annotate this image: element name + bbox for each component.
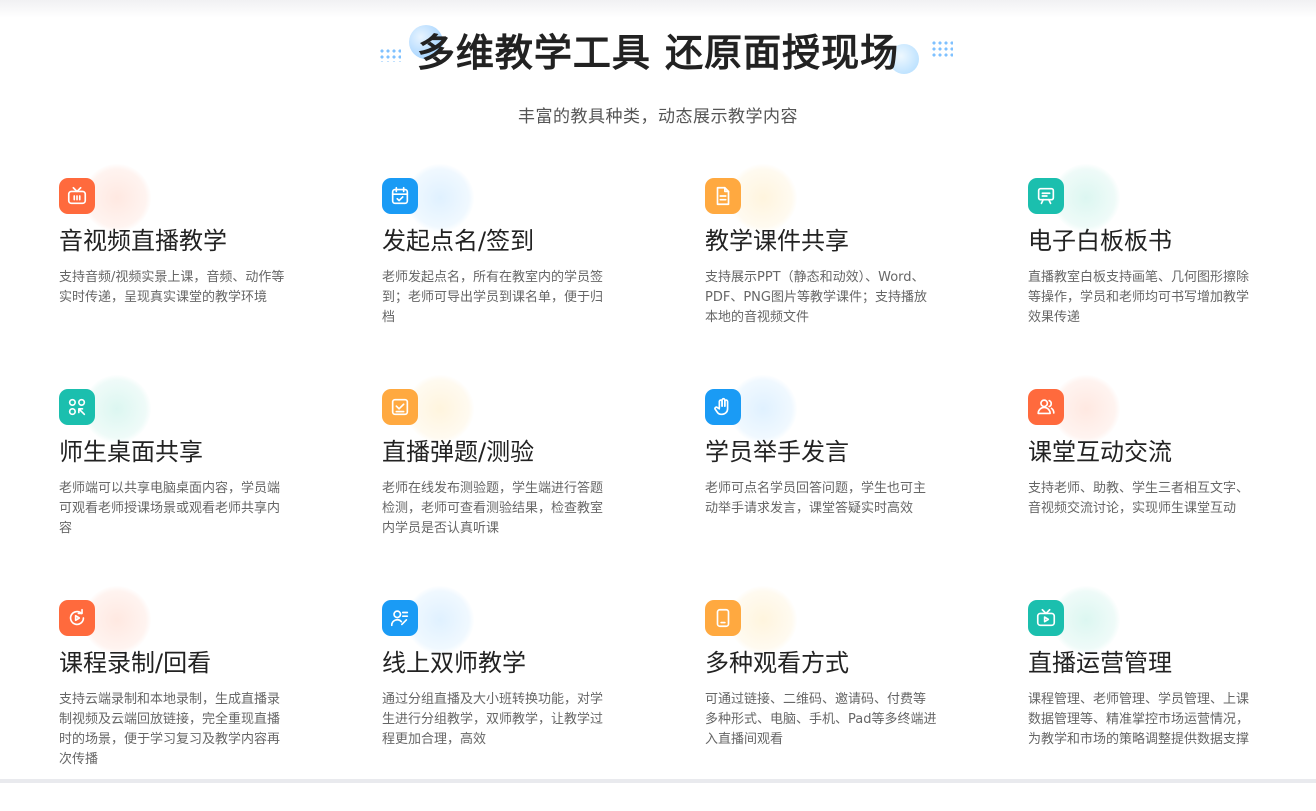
section-header: 多维教学工具 还原面授现场 丰富的教具种类，动态展示教学内容 [0,22,1316,127]
feature-title: 音视频直播教学 [59,227,227,255]
feature-card-whiteboard: 电子白板板书 直播教室白板支持画笔、几何图形擦除等操作，学员和老师均可书写增加教… [1028,164,1278,328]
feature-card-raise-hand: 学员举手发言 老师可点名学员回答问题，学生也可主动举手请求发言，课堂答疑实时高效 [705,375,955,519]
feature-title: 发起点名/签到 [382,227,535,255]
feature-card-courseware: 教学课件共享 支持展示PPT（静态和动效）、Word、PDF、PNG图片等教学课… [705,164,955,328]
bottom-divider [0,779,1316,783]
feature-desc: 可通过链接、二维码、邀请码、付费等多种形式、电脑、手机、Pad等多终端进入直播间… [705,692,937,747]
feature-desc: 课程管理、老师管理、学员管理、上课数据管理等、精准掌控市场运营情况，为教学和市场… [1028,692,1250,747]
whiteboard-icon [1028,178,1064,214]
feature-title: 多种观看方式 [705,649,849,677]
feature-card-viewing-modes: 多种观看方式 可通过链接、二维码、邀请码、付费等多种形式、电脑、手机、Pad等多… [705,586,955,750]
feature-title: 课堂互动交流 [1028,438,1172,466]
feature-desc: 通过分组直播及大小班转换功能，对学生进行分组教学，双师教学，让教学过程更加合理，… [382,692,604,747]
feature-title: 课程录制/回看 [59,649,212,677]
quiz-icon [382,389,418,425]
feature-desc: 老师在线发布测验题，学生端进行答题检测，老师可查看测验结果，检查教室内学员是否认… [382,481,604,536]
calendar-check-icon [382,178,418,214]
feature-desc: 支持音频/视频实景上课，音频、动作等实时传递，呈现真实课堂的教学环境 [59,270,285,305]
feature-card-dual-teacher: 线上双师教学 通过分组直播及大小班转换功能，对学生进行分组教学，双师教学，让教学… [382,586,632,750]
feature-card-roll-call: 发起点名/签到 老师发起点名，所有在教室内的学员签到；老师可导出学员到课名单，便… [382,164,632,328]
feature-title: 教学课件共享 [705,227,849,255]
decor-dots-left [378,48,401,62]
feature-title: 师生桌面共享 [59,438,203,466]
feature-desc: 支持云端录制和本地录制，生成直播录制视频及云端回放链接，完全重现直播时的场景，便… [59,692,281,767]
top-fade [0,0,1316,18]
document-icon [705,178,741,214]
replay-icon [59,600,95,636]
feature-desc: 老师发起点名，所有在教室内的学员签到；老师可导出学员到课名单，便于归档 [382,270,604,325]
feature-card-live-av: 音视频直播教学 支持音频/视频实景上课，音频、动作等实时传递，呈现真实课堂的教学… [59,164,309,308]
feature-title: 线上双师教学 [382,649,526,677]
feature-card-quiz: 直播弹题/测验 老师在线发布测验题，学生端进行答题检测，老师可查看测验结果，检查… [382,375,632,539]
feature-desc: 老师端可以共享电脑桌面内容，学员端可观看老师授课场景或观看老师共享内容 [59,481,281,536]
live-tv-icon [1028,600,1064,636]
title-wrap: 多维教学工具 还原面授现场 [378,22,954,84]
feature-desc: 直播教室白板支持画笔、几何图形擦除等操作，学员和老师均可书写增加教学效果传递 [1028,270,1250,325]
feature-title: 电子白板板书 [1028,227,1172,255]
users-icon [1028,389,1064,425]
feature-row: 音视频直播教学 支持音频/视频实景上课，音频、动作等实时传递，呈现真实课堂的教学… [59,164,1309,389]
teacher-icon [382,600,418,636]
page-subtitle: 丰富的教具种类，动态展示教学内容 [518,107,798,127]
feature-desc: 支持展示PPT（静态和动效）、Word、PDF、PNG图片等教学课件；支持播放本… [705,270,927,325]
mobile-icon [705,600,741,636]
page-title: 多维教学工具 还原面授现场 [416,31,900,75]
feature-row: 师生桌面共享 老师端可以共享电脑桌面内容，学员端可观看老师授课场景或观看老师共享… [59,375,1309,600]
decor-dots-right [931,40,954,58]
feature-title: 学员举手发言 [705,438,849,466]
feature-card-recording: 课程录制/回看 支持云端录制和本地录制，生成直播录制视频及云端回放链接，完全重现… [59,586,309,770]
feature-card-interaction: 课堂互动交流 支持老师、助教、学生三者相互文字、音视频交流讨论，实现师生课堂互动 [1028,375,1278,519]
feature-grid: 音视频直播教学 支持音频/视频实景上课，音频、动作等实时传递，呈现真实课堂的教学… [59,164,1309,811]
feature-title: 直播弹题/测验 [382,438,535,466]
feature-desc: 老师可点名学员回答问题，学生也可主动举手请求发言，课堂答疑实时高效 [705,481,927,516]
feature-card-operations: 直播运营管理 课程管理、老师管理、学员管理、上课数据管理等、精准掌控市场运营情况… [1028,586,1278,750]
feature-card-desktop-share: 师生桌面共享 老师端可以共享电脑桌面内容，学员端可观看老师授课场景或观看老师共享… [59,375,309,539]
feature-desc: 支持老师、助教、学生三者相互文字、音视频交流讨论，实现师生课堂互动 [1028,481,1250,516]
feature-title: 直播运营管理 [1028,649,1172,677]
raise-hand-icon [705,389,741,425]
tv-icon [59,178,95,214]
screen-share-icon [59,389,95,425]
